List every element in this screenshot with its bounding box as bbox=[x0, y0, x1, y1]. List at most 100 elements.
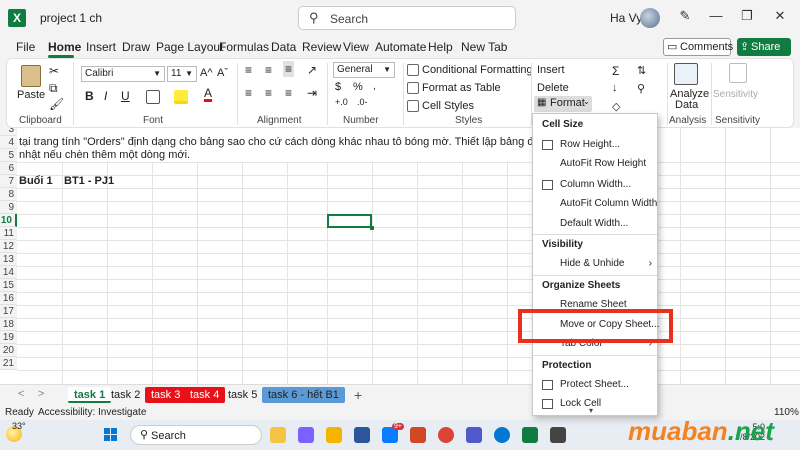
align-top-icon[interactable]: ≡ bbox=[245, 63, 252, 77]
wrap-text-icon[interactable]: ⇥ bbox=[307, 86, 317, 100]
sheet-tab-task5[interactable]: task 5 bbox=[222, 387, 263, 403]
font-color-icon[interactable]: A bbox=[204, 87, 213, 102]
default-width-item[interactable]: Default Width... bbox=[533, 214, 657, 234]
excel-taskbar-icon[interactable] bbox=[522, 427, 538, 443]
analyze-data-label-2[interactable]: Data bbox=[675, 99, 698, 111]
restore-button[interactable]: ❐ bbox=[737, 8, 757, 24]
row-header[interactable]: 13 bbox=[0, 253, 17, 266]
underline-button[interactable]: U bbox=[121, 89, 130, 103]
percent-icon[interactable]: % bbox=[353, 81, 363, 93]
word-icon[interactable] bbox=[354, 427, 370, 443]
orientation-icon[interactable]: ↗ bbox=[307, 63, 317, 77]
row-header[interactable]: 20 bbox=[0, 344, 17, 357]
tab-draw[interactable]: Draw bbox=[122, 40, 150, 54]
conditional-formatting-button[interactable]: Conditional Formatting bbox=[422, 64, 533, 76]
next-sheet-icon[interactable]: > bbox=[38, 388, 44, 400]
autofit-column-item[interactable]: AutoFit Column Width bbox=[533, 194, 657, 214]
tab-formulas[interactable]: Formulas bbox=[219, 40, 269, 54]
italic-button[interactable]: I bbox=[104, 89, 107, 103]
row-header[interactable]: 18 bbox=[0, 318, 17, 331]
font-name-select[interactable]: Calibri ▼ bbox=[81, 66, 165, 82]
bold-button[interactable]: B bbox=[85, 89, 94, 103]
sort-filter-icon[interactable]: ⇅ bbox=[637, 64, 646, 77]
align-left-icon[interactable]: ≡ bbox=[245, 86, 252, 100]
format-as-table-button[interactable]: Format as Table bbox=[422, 82, 501, 94]
tab-page-layout[interactable]: Page Layout bbox=[156, 40, 223, 54]
decrease-font-icon[interactable]: Aˇ bbox=[217, 67, 228, 79]
row-header[interactable]: 4 bbox=[0, 136, 17, 149]
row-header[interactable]: 12 bbox=[0, 240, 17, 253]
format-cells-button[interactable]: ▦ Format ⌄ bbox=[534, 96, 592, 112]
search-input[interactable]: ⚲ Search bbox=[298, 6, 516, 30]
taskbar-search-input[interactable]: ⚲ Search bbox=[130, 425, 262, 445]
fill-color-icon[interactable] bbox=[174, 90, 188, 104]
avatar[interactable] bbox=[640, 8, 660, 28]
hide-unhide-item[interactable]: Hide & Unhide › bbox=[533, 254, 657, 274]
currency-icon[interactable]: $ bbox=[335, 81, 341, 93]
row-header[interactable]: 9 bbox=[0, 201, 17, 214]
cell-styles-icon[interactable] bbox=[407, 100, 419, 112]
autofit-row-item[interactable]: AutoFit Row Height bbox=[533, 154, 657, 174]
increase-decimal-icon[interactable]: +.0 bbox=[335, 97, 348, 107]
cell-a7[interactable]: Buổi 1 bbox=[19, 175, 53, 187]
tab-review[interactable]: Review bbox=[302, 40, 341, 54]
number-format-select[interactable]: General ▼ bbox=[333, 62, 395, 78]
copy-icon[interactable]: ⧉ bbox=[49, 81, 58, 96]
cut-icon[interactable]: ✂ bbox=[49, 64, 59, 78]
paste-icon[interactable] bbox=[21, 65, 41, 87]
align-bottom-icon[interactable]: ≡ bbox=[283, 61, 295, 77]
clear-icon[interactable]: ◇ bbox=[612, 100, 620, 113]
row-header[interactable]: 19 bbox=[0, 331, 17, 344]
align-center-icon[interactable]: ≡ bbox=[265, 86, 272, 100]
tab-automate[interactable]: Automate bbox=[375, 40, 426, 54]
accessibility-status[interactable]: Accessibility: Investigate bbox=[38, 407, 146, 418]
tab-view[interactable]: View bbox=[343, 40, 369, 54]
tab-help[interactable]: Help bbox=[428, 40, 453, 54]
close-button[interactable]: ✕ bbox=[770, 8, 790, 24]
row-header[interactable]: 15 bbox=[0, 279, 17, 292]
row-header-selected[interactable]: 10 bbox=[0, 214, 17, 227]
row-header[interactable]: 21 bbox=[0, 357, 17, 370]
column-width-item[interactable]: Column Width... bbox=[533, 175, 657, 195]
tab-new-tab[interactable]: New Tab bbox=[461, 40, 507, 54]
cell-b7[interactable]: BT1 - PJ1 bbox=[64, 175, 114, 187]
pen-icon[interactable]: ✎ bbox=[675, 8, 695, 24]
align-right-icon[interactable]: ≡ bbox=[285, 86, 292, 100]
folder-icon[interactable] bbox=[326, 427, 342, 443]
row-header[interactable]: 11 bbox=[0, 227, 17, 240]
protect-sheet-item[interactable]: Protect Sheet... bbox=[533, 375, 657, 395]
zoom-level[interactable]: 110% bbox=[774, 407, 799, 418]
app-icon[interactable] bbox=[550, 427, 566, 443]
row-header[interactable]: 5 bbox=[0, 149, 17, 162]
cell-a5[interactable]: nhật nếu chèn thêm một dòng mới. bbox=[19, 149, 190, 161]
file-explorer-icon[interactable] bbox=[270, 427, 286, 443]
row-header[interactable]: 3 bbox=[0, 128, 17, 136]
comma-icon[interactable]: , bbox=[373, 81, 376, 92]
row-header[interactable]: 7 bbox=[0, 175, 17, 188]
insert-cells-button[interactable]: Insert bbox=[537, 64, 565, 76]
increase-font-icon[interactable]: A^ bbox=[200, 67, 213, 79]
font-size-select[interactable]: 11 ▼ bbox=[167, 66, 197, 82]
share-button[interactable]: ⇪ Share bbox=[737, 38, 791, 56]
tab-file[interactable]: File bbox=[16, 40, 35, 54]
paste-button[interactable]: Paste bbox=[17, 89, 45, 101]
conditional-formatting-icon[interactable] bbox=[407, 64, 419, 76]
powerpoint-icon[interactable] bbox=[410, 427, 426, 443]
row-header[interactable]: 16 bbox=[0, 292, 17, 305]
delete-cells-button[interactable]: Delete bbox=[537, 82, 569, 94]
sheet-tab-task3[interactable]: task 3 bbox=[145, 387, 187, 403]
tab-home[interactable]: Home bbox=[48, 40, 81, 54]
row-header[interactable]: 17 bbox=[0, 305, 17, 318]
spreadsheet-grid[interactable]: 3 4 5 6 7 8 9 10 11 12 13 14 15 16 17 18… bbox=[0, 128, 800, 384]
sheet-tab-task2[interactable]: task 2 bbox=[105, 387, 146, 403]
row-header[interactable]: 6 bbox=[0, 162, 17, 175]
windows-start-icon[interactable] bbox=[104, 428, 118, 442]
tab-insert[interactable]: Insert bbox=[86, 40, 116, 54]
comments-button[interactable]: ▭ Comments bbox=[663, 38, 733, 56]
chrome-icon[interactable] bbox=[438, 427, 454, 443]
edge-icon[interactable] bbox=[494, 427, 510, 443]
lock-cell-item[interactable]: Lock Cell bbox=[533, 394, 657, 414]
menu-scroll-down-icon[interactable]: ▾ bbox=[589, 406, 593, 415]
row-height-item[interactable]: Row Height... bbox=[533, 135, 657, 155]
add-sheet-button[interactable]: + bbox=[354, 387, 362, 403]
